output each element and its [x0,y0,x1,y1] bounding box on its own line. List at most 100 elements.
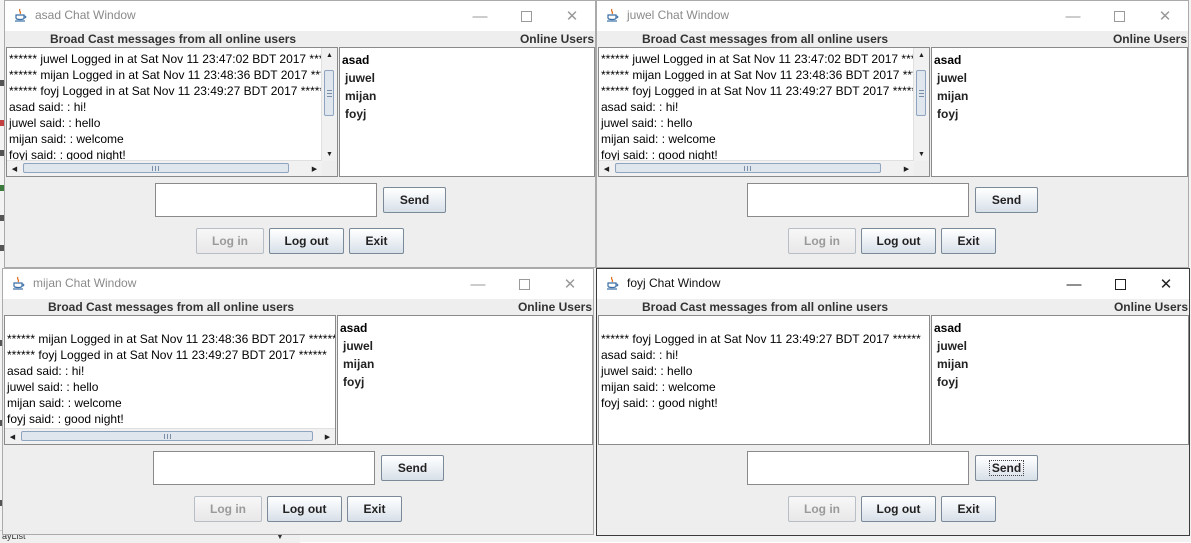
scroll-right-icon[interactable]: ▶ [307,161,322,176]
users: asad juwel mijan foyj [934,319,968,391]
message-area[interactable]: ****** juwel Logged in at Sat Nov 11 23:… [6,47,338,177]
close-button[interactable]: ✕ [1142,1,1188,31]
message-area[interactable]: ****** mijan Logged in at Sat Nov 11 23:… [4,315,336,445]
user-item[interactable]: foyj [934,105,968,123]
java-cup-icon [13,276,25,290]
title-bar[interactable]: foyj Chat Window — ✕ [597,269,1189,299]
online-users-list[interactable]: asad juwel mijan foyj [339,47,595,177]
message-line: mijan said: : welcome [7,396,122,410]
close-button[interactable]: ✕ [547,269,593,299]
close-button[interactable]: ✕ [1143,269,1189,299]
online-users-list[interactable]: asad juwel mijan foyj [931,315,1189,445]
scroll-thumb[interactable] [324,70,334,116]
message-list: ****** foyj Logged in at Sat Nov 11 23:4… [601,331,921,411]
java-cup-icon [607,276,619,290]
message-line: ****** mijan Logged in at Sat Nov 11 23:… [9,68,338,82]
scroll-thumb[interactable] [21,431,313,441]
online-users-list[interactable]: asad juwel mijan foyj [337,315,593,445]
user-item[interactable]: mijan [934,355,968,373]
scroll-down-icon[interactable]: ▼ [322,147,337,162]
scroll-down-icon[interactable]: ▼ [914,147,929,162]
title-bar[interactable]: mijan Chat Window — ✕ [3,269,593,299]
vertical-scrollbar[interactable]: ▲ ▼ [321,48,337,162]
user-item[interactable]: foyj [340,373,374,391]
user-item[interactable]: asad [934,319,968,337]
vertical-scrollbar[interactable]: ▲ ▼ [913,48,929,162]
message-area[interactable]: ****** foyj Logged in at Sat Nov 11 23:4… [598,315,930,445]
message-line: asad said: : hi! [601,100,679,114]
horizontal-scrollbar[interactable]: ◀ ▶ [5,428,335,444]
message-input[interactable] [747,451,969,485]
user-item[interactable]: asad [340,319,374,337]
maximize-button[interactable] [1096,1,1142,31]
title-bar[interactable]: juwel Chat Window — ✕ [597,1,1188,31]
login-button[interactable]: Log in [196,228,264,254]
message-line: ****** mijan Logged in at Sat Nov 11 23:… [7,332,336,346]
exit-button[interactable]: Exit [941,228,996,254]
horizontal-scrollbar[interactable]: ◀ ▶ [7,160,322,176]
message-line: juwel said: : hello [601,364,693,378]
scroll-thumb[interactable] [916,70,926,116]
send-button[interactable]: Send [383,187,446,213]
user-item[interactable]: juwel [342,69,376,87]
window-title: juwel Chat Window [627,8,730,22]
message-line: asad said: : hi! [7,364,85,378]
login-button[interactable]: Log in [194,496,262,522]
scroll-thumb[interactable] [615,163,881,173]
logout-button[interactable]: Log out [267,496,342,522]
message-list: ****** juwel Logged in at Sat Nov 11 23:… [601,51,929,163]
scroll-right-icon[interactable]: ▶ [320,429,335,444]
logout-button[interactable]: Log out [269,228,344,254]
message-line: asad said: : hi! [601,348,679,362]
online-users-list[interactable]: asad juwel mijan foyj [931,47,1188,177]
chat-window-mijan[interactable]: mijan Chat Window — ✕ Broad Cast message… [2,268,594,535]
logout-button[interactable]: Log out [861,228,936,254]
chat-window-foyj[interactable]: foyj Chat Window — ✕ Broad Cast messages… [596,268,1190,536]
user-item[interactable]: foyj [934,373,968,391]
minimize-button[interactable]: — [1050,1,1096,31]
user-item[interactable]: juwel [934,337,968,355]
scroll-thumb[interactable] [23,163,289,173]
scroll-up-icon[interactable]: ▲ [322,48,337,63]
user-item[interactable]: juwel [934,69,968,87]
horizontal-scrollbar[interactable]: ◀ ▶ [599,160,914,176]
send-button[interactable]: Send [381,455,444,481]
message-area[interactable]: ****** juwel Logged in at Sat Nov 11 23:… [598,47,930,177]
user-item[interactable]: mijan [340,355,374,373]
send-button[interactable]: Send [975,187,1038,213]
send-button[interactable]: Send [975,455,1038,481]
login-button[interactable]: Log in [788,228,856,254]
minimize-button[interactable]: — [1051,269,1097,299]
user-item[interactable]: mijan [342,87,376,105]
scroll-corner [914,161,929,176]
title-bar[interactable]: asad Chat Window — ✕ [5,1,595,31]
maximize-button[interactable] [503,1,549,31]
minimize-button[interactable]: — [457,1,503,31]
maximize-button[interactable] [501,269,547,299]
user-item[interactable]: foyj [342,105,376,123]
maximize-button[interactable] [1097,269,1143,299]
exit-button[interactable]: Exit [941,496,996,522]
broadcast-label: Broad Cast messages from all online user… [642,32,889,46]
scroll-right-icon[interactable]: ▶ [899,161,914,176]
user-item[interactable]: asad [342,51,376,69]
user-item[interactable]: juwel [340,337,374,355]
message-input[interactable] [155,183,377,217]
java-cup-icon [15,8,27,22]
logout-button[interactable]: Log out [861,496,936,522]
chat-window-asad[interactable]: asad Chat Window — ✕ Broad Cast messages… [4,0,596,268]
user-item[interactable]: mijan [934,87,968,105]
scroll-left-icon[interactable]: ◀ [599,161,614,176]
user-item[interactable]: asad [934,51,968,69]
message-input[interactable] [153,451,375,485]
login-button[interactable]: Log in [788,496,856,522]
scroll-up-icon[interactable]: ▲ [914,48,929,63]
chat-window-juwel[interactable]: juwel Chat Window — ✕ Broad Cast message… [596,0,1189,268]
scroll-left-icon[interactable]: ◀ [7,161,22,176]
exit-button[interactable]: Exit [349,228,404,254]
message-input[interactable] [747,183,969,217]
exit-button[interactable]: Exit [347,496,402,522]
close-button[interactable]: ✕ [549,1,595,31]
minimize-button[interactable]: — [455,269,501,299]
scroll-left-icon[interactable]: ◀ [5,429,20,444]
